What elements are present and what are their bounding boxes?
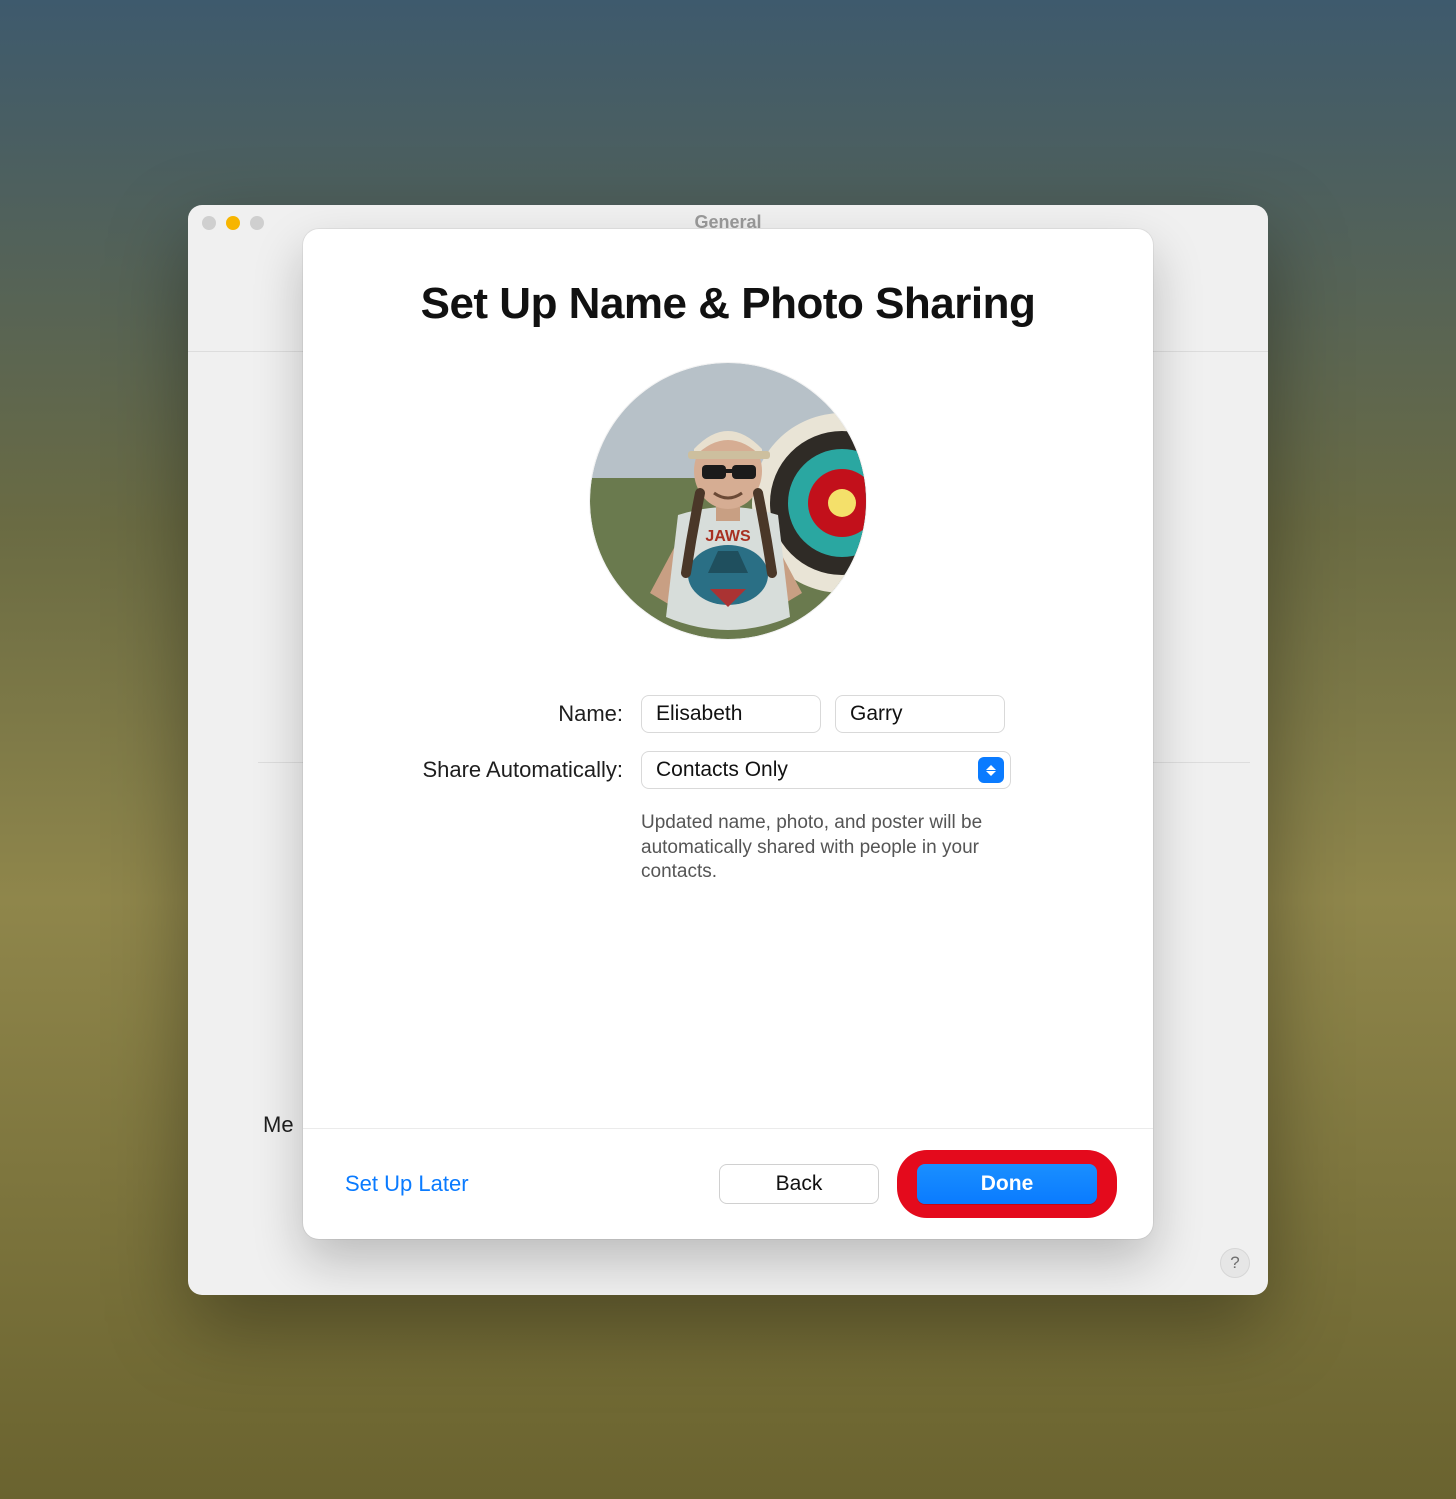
row-name: Name: <box>363 695 1093 733</box>
svg-text:JAWS: JAWS <box>705 528 751 545</box>
chevron-up-down-icon <box>978 757 1004 783</box>
first-name-input[interactable] <box>641 695 821 733</box>
profile-photo[interactable]: JAWS <box>590 363 866 639</box>
set-up-later-link[interactable]: Set Up Later <box>339 1170 475 1198</box>
row-share: Share Automatically: Contacts Only Updat… <box>363 751 1093 885</box>
share-select-value: Contacts Only <box>656 758 788 782</box>
name-photo-sharing-sheet: Set Up Name & Photo Sharing <box>303 229 1153 1239</box>
done-button-callout: Done <box>897 1150 1117 1218</box>
form: Name: Share Automatically: Contacts Only <box>363 695 1093 903</box>
share-automatically-select[interactable]: Contacts Only <box>641 751 1011 789</box>
preferences-window: General Me ? Set Up Name & Photo Sharing <box>188 205 1268 1295</box>
last-name-input[interactable] <box>835 695 1005 733</box>
share-hint-text: Updated name, photo, and poster will be … <box>641 811 1011 885</box>
sheet-body: Set Up Name & Photo Sharing <box>303 229 1153 1128</box>
done-button[interactable]: Done <box>917 1164 1097 1204</box>
label-name: Name: <box>363 695 623 727</box>
label-share: Share Automatically: <box>363 751 623 783</box>
modal-overlay: Set Up Name & Photo Sharing <box>188 205 1268 1295</box>
avatar-icon: JAWS <box>590 363 866 639</box>
sheet-footer: Set Up Later Back Done <box>303 1128 1153 1239</box>
back-button[interactable]: Back <box>719 1164 879 1204</box>
sheet-title: Set Up Name & Photo Sharing <box>421 279 1036 330</box>
